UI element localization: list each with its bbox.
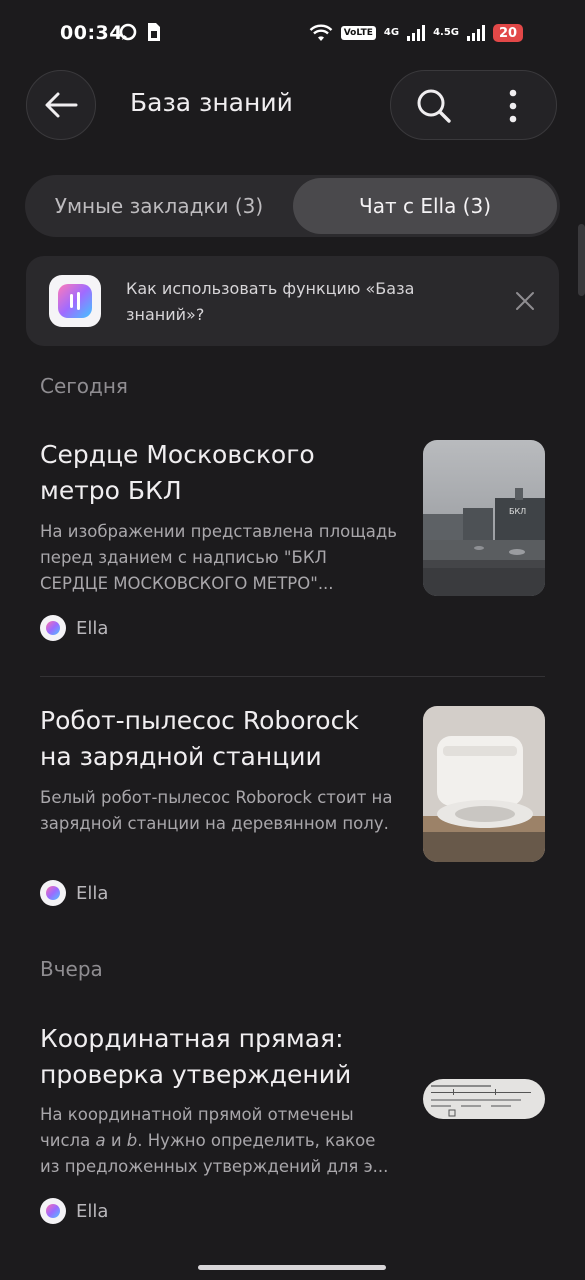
network-type-2: 4.5G — [433, 27, 459, 38]
item-source: Ella — [40, 1198, 108, 1224]
desc-var-a: a — [95, 1131, 106, 1150]
item-source: Ella — [40, 615, 108, 641]
more-options-button[interactable] — [495, 87, 531, 125]
vacuum-photo — [423, 706, 545, 862]
thumbnail-image — [423, 706, 545, 862]
arrow-left-icon — [45, 92, 78, 118]
station-photo: БКЛ — [423, 440, 545, 596]
section-header-today: Сегодня — [40, 374, 128, 398]
item-description: Белый робот-пылесос Roborock стоит на за… — [40, 788, 393, 833]
ella-logo-icon — [58, 284, 92, 318]
item-title: Робот-пылесос Roborock на зарядной станц… — [40, 706, 359, 771]
sim-card-icon — [148, 23, 160, 41]
ella-app-icon — [49, 275, 101, 327]
battery-indicator: 20 — [493, 24, 523, 42]
ella-avatar — [40, 880, 66, 906]
thumbnail-image — [423, 1079, 545, 1119]
item-source: Ella — [40, 880, 108, 906]
more-vertical-icon — [509, 89, 517, 123]
desc-text: и — [105, 1131, 127, 1150]
search-icon — [417, 89, 451, 123]
header-actions — [390, 70, 557, 140]
source-label: Ella — [76, 617, 109, 639]
status-time: 00:34 — [60, 22, 123, 44]
item-description: На координатной прямой отмечены числа a … — [40, 1102, 400, 1180]
thumb-sign: БКЛ — [509, 507, 526, 516]
back-button[interactable] — [26, 70, 96, 140]
page-title: База знаний — [130, 88, 293, 117]
section-header-yesterday: Вчера — [40, 957, 103, 981]
status-bar: 00:34 VoLTE 4G 4.5G 20 — [0, 0, 585, 70]
volte-badge: VoLTE — [340, 26, 376, 40]
chat-bubble-icon — [119, 23, 137, 41]
network-type-1: 4G — [383, 27, 400, 38]
tab-bar: Умные закладки (3) Чат с Ella (3) — [25, 175, 560, 237]
ella-avatar — [40, 1198, 66, 1224]
banner-text: Как использовать функцию «База знаний»? — [126, 279, 415, 324]
close-icon — [516, 292, 534, 310]
item-title: Координатная прямая: проверка утверждени… — [40, 1024, 352, 1089]
wifi-icon — [309, 24, 333, 41]
close-banner-button[interactable] — [513, 289, 537, 313]
signal-icon — [467, 25, 485, 41]
item-description: На изображении представлена площадь пере… — [40, 522, 398, 593]
help-banner[interactable]: Как использовать функцию «База знаний»? — [26, 256, 559, 346]
scroll-handle[interactable] — [578, 224, 585, 296]
item-title: Сердце Московского метро БКЛ — [40, 440, 315, 505]
thumbnail-image: БКЛ — [423, 440, 545, 596]
home-indicator[interactable] — [198, 1265, 386, 1270]
worksheet-photo — [423, 1079, 545, 1119]
search-button[interactable] — [415, 87, 453, 125]
desc-var-b: b — [126, 1131, 138, 1150]
source-label: Ella — [76, 1200, 109, 1222]
tab-chat-ella[interactable]: Чат с Ella (3) — [293, 178, 557, 234]
ella-avatar — [40, 615, 66, 641]
signal-icon — [407, 25, 426, 41]
tab-smart-bookmarks[interactable]: Умные закладки (3) — [25, 175, 293, 237]
source-label: Ella — [76, 882, 109, 904]
divider — [40, 676, 545, 677]
